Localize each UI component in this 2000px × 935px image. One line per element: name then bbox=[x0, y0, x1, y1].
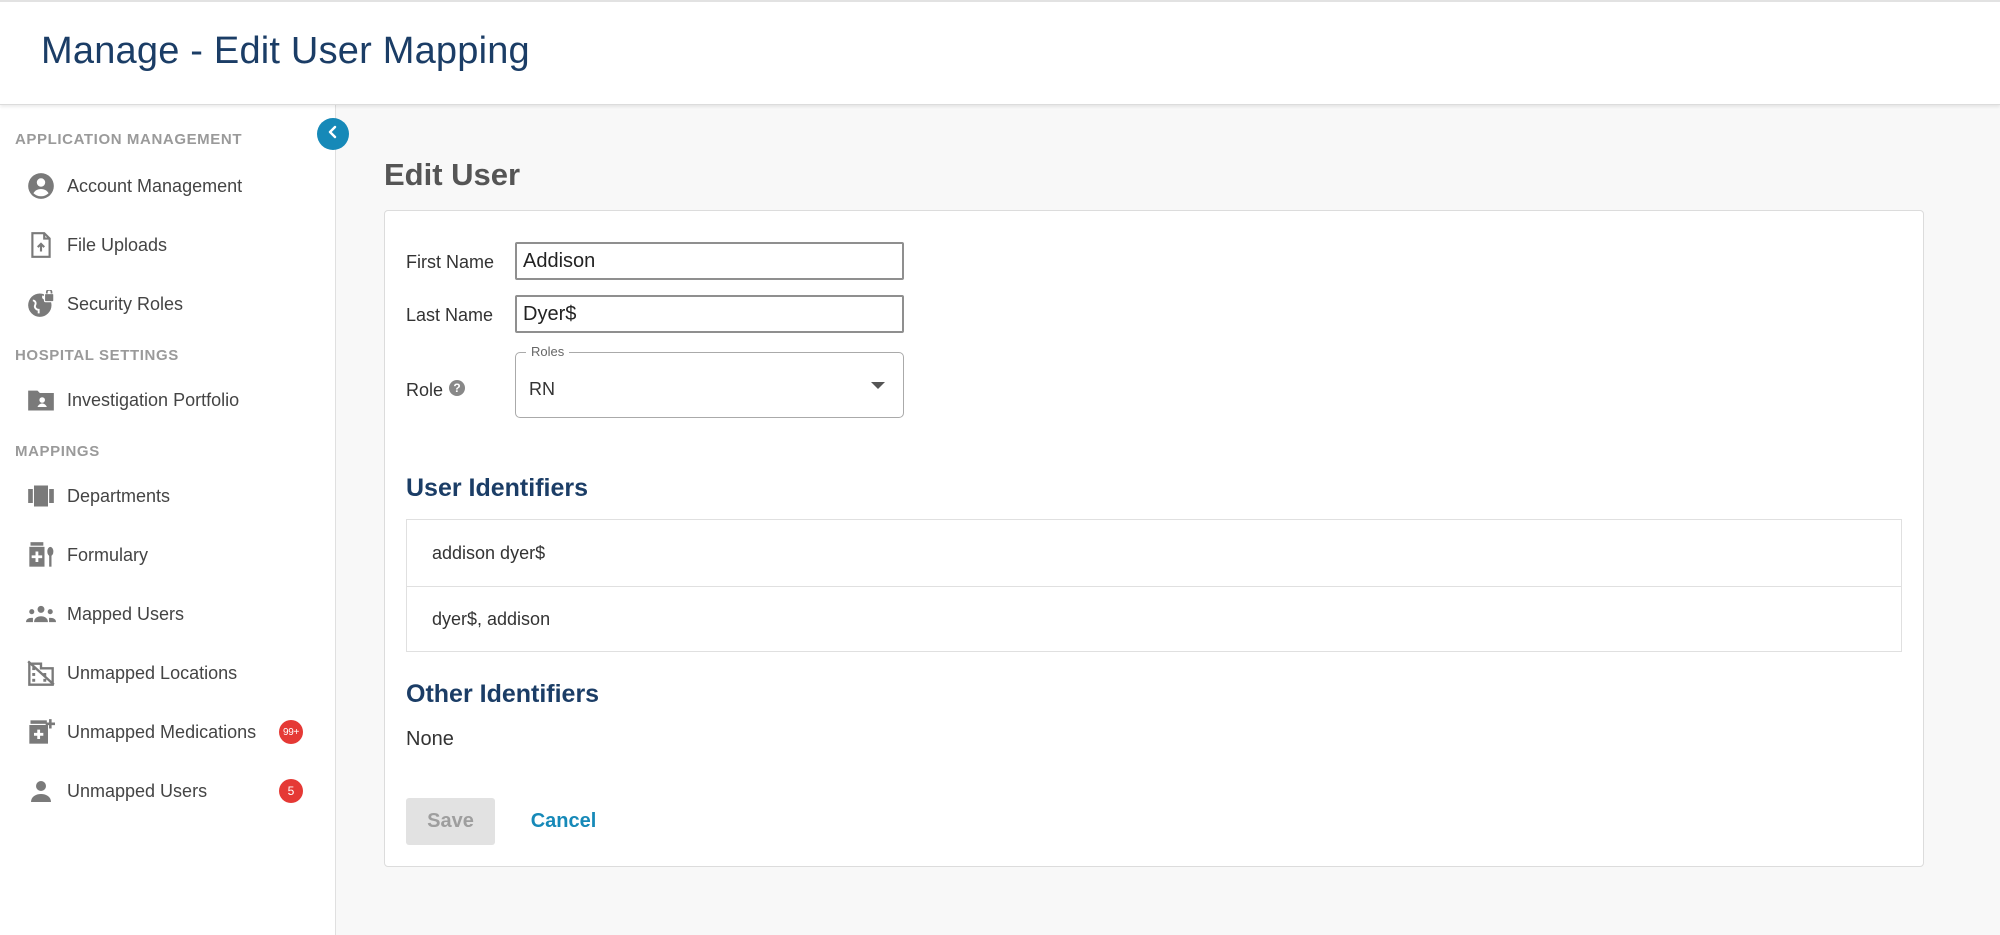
role-select-legend: Roles bbox=[526, 344, 570, 359]
role-label: Role bbox=[406, 380, 444, 400]
sidebar-item-label: Unmapped Users bbox=[67, 780, 208, 801]
sidebar-item-label: File Uploads bbox=[67, 234, 168, 255]
sidebar-item-label: Formulary bbox=[67, 544, 149, 565]
globe-lock-icon bbox=[26, 289, 56, 319]
app-header: Manage - Edit User Mapping bbox=[0, 0, 2000, 105]
help-circle-icon[interactable]: ? bbox=[449, 380, 465, 396]
collapse-sidebar-button[interactable] bbox=[317, 118, 349, 150]
sidebar-item-investigation-portfolio[interactable]: Investigation Portfolio bbox=[0, 375, 336, 425]
sidebar-item-label: Mapped Users bbox=[67, 603, 185, 624]
sidebar-item-unmapped-users[interactable]: Unmapped Users 5 bbox=[0, 766, 336, 816]
other-identifiers-heading: Other Identifiers bbox=[406, 680, 600, 708]
sidebar-item-label: Departments bbox=[67, 485, 171, 506]
sidebar-item-mapped-users[interactable]: Mapped Users bbox=[0, 589, 336, 639]
sidebar-section-hospital-settings: HOSPITAL SETTINGS bbox=[15, 347, 179, 364]
cancel-button[interactable]: Cancel bbox=[516, 798, 611, 845]
dropdown-arrow-icon bbox=[871, 382, 885, 389]
sidebar: APPLICATION MANAGEMENT Account Managemen… bbox=[0, 105, 336, 935]
view-carousel-icon bbox=[26, 481, 56, 511]
sidebar-item-label: Account Management bbox=[67, 175, 243, 196]
chevron-left-icon bbox=[326, 125, 340, 144]
account-circle-icon bbox=[26, 171, 56, 201]
sidebar-item-departments[interactable]: Departments bbox=[0, 471, 336, 521]
medication-icon bbox=[26, 540, 56, 570]
people-icon bbox=[26, 599, 56, 629]
first-name-input[interactable] bbox=[515, 242, 904, 280]
domain-disabled-icon bbox=[26, 658, 56, 688]
sidebar-item-label: Security Roles bbox=[67, 293, 184, 314]
user-identifiers-heading: User Identifiers bbox=[406, 474, 589, 502]
sidebar-item-label: Unmapped Locations bbox=[67, 662, 238, 683]
edit-user-title: Edit User bbox=[384, 157, 521, 192]
person-icon bbox=[26, 776, 56, 806]
save-button[interactable]: Save bbox=[406, 798, 495, 845]
role-select[interactable]: Roles RN bbox=[515, 344, 904, 418]
list-item: dyer$, addison bbox=[407, 586, 1901, 652]
sidebar-item-formulary[interactable]: Formulary bbox=[0, 530, 336, 580]
page-title: Manage - Edit User Mapping bbox=[41, 30, 530, 72]
sidebar-section-application-management: APPLICATION MANAGEMENT bbox=[15, 131, 243, 148]
role-select-value: RN bbox=[529, 379, 555, 399]
other-identifiers-value: None bbox=[406, 728, 454, 750]
sidebar-item-unmapped-medications[interactable]: Unmapped Medications 99+ bbox=[0, 707, 336, 757]
sidebar-section-mappings: MAPPINGS bbox=[15, 443, 100, 460]
last-name-input[interactable] bbox=[515, 295, 904, 333]
last-name-label: Last Name bbox=[406, 305, 494, 325]
sidebar-item-file-uploads[interactable]: File Uploads bbox=[0, 220, 336, 270]
sidebar-item-security-roles[interactable]: Security Roles bbox=[0, 279, 336, 329]
sidebar-item-label: Unmapped Medications bbox=[67, 721, 257, 742]
sidebar-item-label: Investigation Portfolio bbox=[67, 389, 240, 410]
unmapped-users-count-badge: 5 bbox=[279, 779, 303, 803]
file-upload-icon bbox=[26, 230, 56, 260]
list-item: addison dyer$ bbox=[432, 542, 546, 563]
user-identifiers-list: addison dyer$ dyer$, addison bbox=[406, 519, 1902, 652]
sidebar-item-account-management[interactable]: Account Management bbox=[0, 161, 336, 211]
first-name-label: First Name bbox=[406, 252, 495, 272]
edit-user-card: First Name Last Name Role ? Roles RN Use… bbox=[384, 210, 1924, 867]
unmapped-medications-count-badge: 99+ bbox=[279, 720, 303, 744]
sidebar-item-unmapped-locations[interactable]: Unmapped Locations bbox=[0, 648, 336, 698]
medication-add-icon bbox=[26, 717, 56, 747]
folder-shared-icon bbox=[26, 385, 56, 415]
